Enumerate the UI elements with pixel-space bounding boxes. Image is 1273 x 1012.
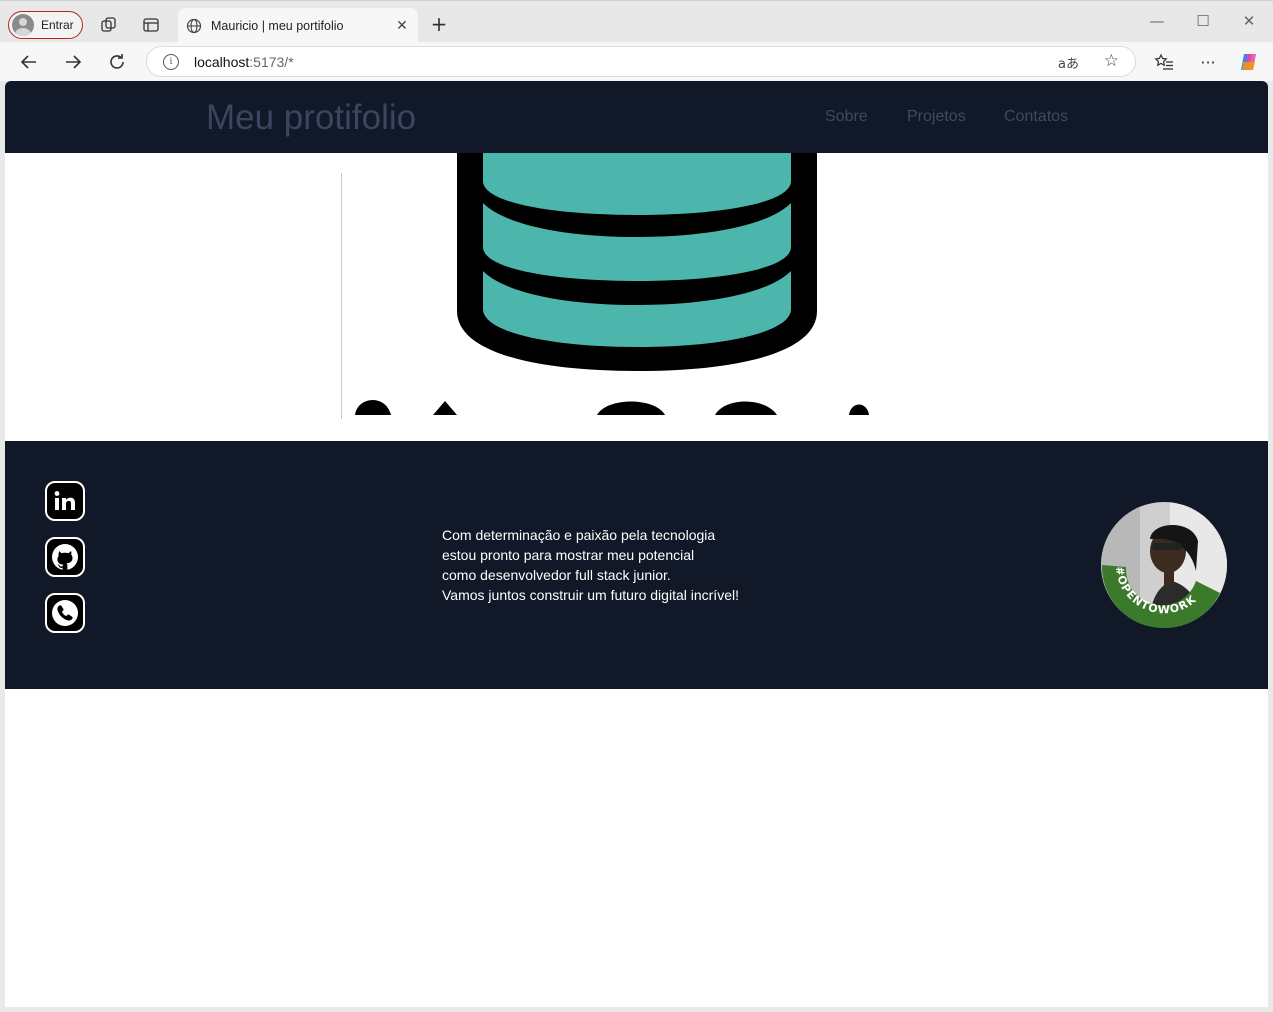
profile-label: Entrar bbox=[41, 18, 74, 32]
footer-bio-line: como desenvolvedor full stack junior. bbox=[442, 567, 671, 583]
close-window-icon[interactable]: ✕ bbox=[1239, 12, 1259, 32]
maximize-icon[interactable]: ☐ bbox=[1193, 12, 1213, 32]
site-header: Meu protifolio Sobre Projetos Contatos bbox=[5, 81, 1268, 153]
translate-icon[interactable]: aあ bbox=[1058, 53, 1079, 72]
phone-link[interactable] bbox=[45, 593, 85, 633]
copilot-icon[interactable] bbox=[1237, 50, 1261, 74]
site-footer: Com determinação e paixão pela tecnologi… bbox=[5, 441, 1268, 689]
nav-link-contatos[interactable]: Contatos bbox=[1004, 108, 1068, 126]
linkedin-icon bbox=[54, 491, 75, 510]
site-logo[interactable]: Meu protifolio bbox=[206, 98, 416, 138]
favorites-icon[interactable] bbox=[1152, 50, 1176, 74]
url-host: localhost bbox=[194, 53, 250, 70]
page-viewport: Meu protifolio Sobre Projetos Contatos C… bbox=[5, 81, 1268, 1007]
browser-titlebar: Entrar Mauricio | meu portifolio ✕ + — ☐… bbox=[0, 0, 1273, 43]
url-path: :5173/* bbox=[249, 53, 294, 70]
browser-toolbar: i localhost:5173/* aあ ☆ ··· bbox=[0, 42, 1273, 81]
back-icon[interactable] bbox=[17, 50, 41, 74]
window-bottom-border bbox=[0, 1007, 1273, 1012]
browser-tab-active[interactable]: Mauricio | meu portifolio ✕ bbox=[178, 8, 418, 43]
profile-photo: #OPENTOWORK bbox=[1101, 502, 1227, 628]
nav-link-projetos[interactable]: Projetos bbox=[907, 108, 966, 126]
footer-bio-line: Com determinação e paixão pela tecnologi… bbox=[442, 527, 716, 543]
tab-actions-icon[interactable] bbox=[141, 15, 161, 35]
divider-line bbox=[341, 173, 342, 419]
footer-bio-line: Vamos juntos construir um futuro digital… bbox=[442, 587, 739, 603]
mongodb-database-image bbox=[355, 153, 869, 415]
github-link[interactable] bbox=[45, 537, 85, 577]
github-icon bbox=[52, 544, 78, 570]
profile-button[interactable]: Entrar bbox=[8, 11, 83, 39]
more-options-icon[interactable]: ··· bbox=[1196, 50, 1220, 74]
workspaces-icon[interactable] bbox=[99, 15, 119, 35]
footer-bio-text: Com determinação e paixão pela tecnologi… bbox=[442, 525, 842, 605]
reload-icon[interactable] bbox=[105, 50, 129, 74]
new-tab-icon[interactable]: + bbox=[428, 14, 450, 36]
globe-icon bbox=[186, 18, 202, 33]
favorite-star-icon[interactable]: ☆ bbox=[1104, 51, 1119, 71]
profile-avatar-icon bbox=[12, 14, 34, 36]
phone-icon bbox=[52, 600, 78, 626]
address-bar[interactable]: i localhost:5173/* aあ ☆ bbox=[146, 46, 1136, 77]
tab-title: Mauricio | meu portifolio bbox=[211, 18, 344, 33]
minimize-icon[interactable]: — bbox=[1147, 12, 1167, 32]
forward-icon[interactable] bbox=[61, 50, 85, 74]
site-info-icon[interactable]: i bbox=[163, 53, 179, 70]
nav-link-sobre[interactable]: Sobre bbox=[825, 108, 868, 126]
hero-section bbox=[5, 153, 1268, 441]
footer-bio-line: estou pronto para mostrar meu potencial bbox=[442, 547, 695, 563]
tab-close-icon[interactable]: ✕ bbox=[392, 16, 412, 36]
linkedin-link[interactable] bbox=[45, 481, 85, 521]
